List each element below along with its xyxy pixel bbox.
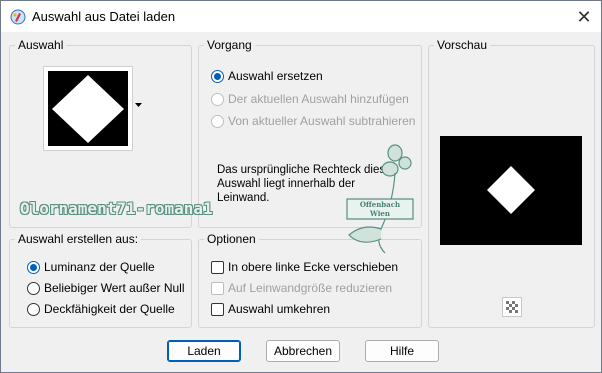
radio-button[interactable]	[211, 69, 224, 83]
radio-label: Deckfähigkeit der Quelle	[44, 302, 175, 316]
stamp-line-2: Wien	[369, 209, 390, 218]
cancel-button[interactable]: Abbrechen	[266, 340, 340, 362]
preview-image	[440, 136, 582, 245]
watermark-flower-stamp: Offenbach Wien	[346, 144, 414, 254]
radio-button[interactable]	[27, 281, 40, 295]
stamp-line-1: Offenbach	[360, 200, 400, 209]
create-from-group: Auswahl erstellen aus: Luminanz der Quel…	[9, 232, 192, 328]
checkbox-label: Auswahl umkehren	[228, 302, 331, 316]
preview-legend: Vorschau	[434, 38, 491, 52]
radio-label: Beliebiger Wert außer Null	[44, 281, 185, 295]
radio-replace-selection[interactable]: Auswahl ersetzen	[211, 69, 323, 83]
radio-add-selection: Der aktuellen Auswahl hinzufügen	[211, 92, 409, 106]
options-legend: Optionen	[204, 232, 259, 246]
radio-button[interactable]	[27, 302, 40, 316]
checkbox-invert-selection[interactable]: Auswahl umkehren	[211, 302, 330, 316]
radio-label: Der aktuellen Auswahl hinzufügen	[228, 92, 409, 106]
selection-legend: Auswahl	[15, 38, 67, 52]
radio-source-opacity[interactable]: Deckfähigkeit der Quelle	[27, 302, 175, 316]
close-icon: ✕	[576, 6, 592, 27]
dialog-window: Auswahl aus Datei laden ✕ Auswahl Vorgan…	[0, 0, 602, 373]
radio-source-luminance[interactable]: Luminanz der Quelle	[27, 260, 155, 274]
radio-subtract-selection: Von aktueller Auswahl subtrahieren	[211, 114, 415, 128]
close-button[interactable]: ✕	[566, 3, 602, 31]
radio-label: Von aktueller Auswahl subtrahieren	[228, 114, 416, 128]
window-title: Auswahl aus Datei laden	[32, 9, 176, 24]
checkbox-label: Auf Leinwandgröße reduzieren	[228, 281, 393, 295]
create-from-legend: Auswahl erstellen aus:	[15, 232, 142, 246]
radio-label: Luminanz der Quelle	[44, 260, 155, 274]
radio-label: Auswahl ersetzen	[228, 69, 323, 83]
checkbox[interactable]	[211, 260, 224, 274]
watermark-text: Olornament71-romana1	[20, 199, 213, 218]
title-bar: Auswahl aus Datei laden ✕	[1, 1, 601, 32]
checkbox-crop-to-canvas: Auf Leinwandgröße reduzieren	[211, 281, 392, 295]
checkbox	[211, 281, 224, 295]
diamond-selection-image	[48, 71, 128, 146]
selection-thumbnail[interactable]	[43, 66, 133, 151]
preview-group: Vorschau	[428, 38, 595, 328]
paint-shop-icon	[10, 9, 26, 25]
checkerboard-icon[interactable]	[502, 297, 522, 317]
operation-legend: Vorgang	[204, 38, 255, 52]
help-button[interactable]: Hilfe	[365, 340, 439, 362]
radio-button	[211, 114, 224, 128]
radio-button	[211, 92, 224, 106]
checkbox-move-top-left[interactable]: In obere linke Ecke verschieben	[211, 260, 398, 274]
radio-any-nonzero[interactable]: Beliebiger Wert außer Null	[27, 281, 185, 295]
load-button[interactable]: Laden	[167, 340, 241, 362]
checkbox-label: In obere linke Ecke verschieben	[228, 260, 399, 274]
radio-button[interactable]	[27, 260, 40, 274]
dropdown-arrow-icon[interactable]	[135, 103, 142, 108]
checkbox[interactable]	[211, 302, 224, 316]
